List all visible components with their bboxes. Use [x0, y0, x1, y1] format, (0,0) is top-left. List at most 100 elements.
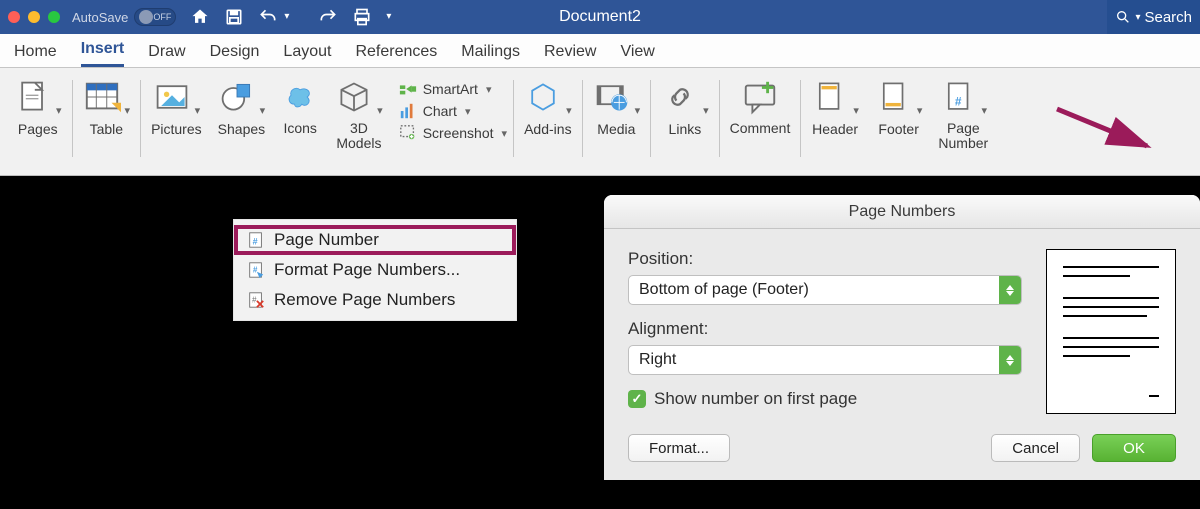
format-page-numbers-icon: #: [246, 260, 266, 280]
page-number-icon: #: [246, 230, 266, 250]
comment-icon: [741, 78, 779, 116]
remove-page-numbers-icon: #: [246, 290, 266, 310]
cube-icon: [335, 78, 373, 116]
icons-button[interactable]: Icons: [273, 74, 327, 175]
screenshot-button[interactable]: Screenshot ▾: [399, 124, 507, 142]
chevron-down-icon: ▾: [502, 127, 508, 140]
shapes-icon: [218, 78, 256, 116]
menu-item-format-page-numbers[interactable]: # Format Page Numbers...: [234, 255, 516, 285]
header-button[interactable]: ▾ Header: [803, 74, 867, 175]
shapes-label: Shapes: [218, 121, 265, 137]
format-button[interactable]: Format...: [628, 434, 730, 462]
autosave-state: OFF: [153, 12, 171, 22]
footer-button[interactable]: ▾ Footer: [867, 74, 931, 175]
preview-line: [1063, 306, 1159, 308]
chevron-down-icon: ▾: [377, 104, 383, 117]
separator: [140, 80, 141, 157]
svg-text:#: #: [253, 266, 258, 275]
3d-models-button[interactable]: ▾ 3D Models: [327, 74, 391, 175]
undo-icon[interactable]: [258, 7, 278, 27]
tab-layout[interactable]: Layout: [283, 37, 331, 67]
autosave-label: AutoSave: [72, 10, 128, 25]
media-label: Media: [597, 121, 635, 137]
tab-draw[interactable]: Draw: [148, 37, 185, 67]
chevron-down-icon: ▾: [56, 104, 62, 117]
chart-button[interactable]: Chart ▾: [399, 102, 507, 120]
tab-insert[interactable]: Insert: [81, 34, 125, 67]
chevron-down-icon: ▾: [853, 104, 859, 117]
header-icon: [811, 78, 849, 116]
chevron-down-icon: ▾: [465, 105, 471, 118]
media-icon: [593, 78, 631, 116]
page-number-icon: #: [940, 78, 978, 116]
comment-button[interactable]: Comment: [722, 74, 799, 175]
undo-chevron-icon[interactable]: ▾: [284, 7, 304, 27]
preview-line: [1063, 337, 1159, 339]
shapes-button[interactable]: ▾ Shapes: [210, 74, 274, 175]
zoom-window-icon[interactable]: [48, 11, 60, 23]
page-number-label: Page Number: [938, 121, 988, 152]
redo-icon[interactable]: [318, 7, 338, 27]
tab-design[interactable]: Design: [210, 37, 260, 67]
search-label: Search: [1144, 9, 1192, 26]
pictures-label: Pictures: [151, 121, 202, 137]
chevron-down-icon: ▾: [125, 104, 131, 117]
alignment-select[interactable]: Right: [628, 345, 1022, 375]
chevron-down-icon: ▾: [195, 104, 201, 117]
print-icon[interactable]: [352, 7, 372, 27]
header-label: Header: [812, 121, 858, 137]
ribbon-tabs: Home Insert Draw Design Layout Reference…: [0, 34, 1200, 68]
save-icon[interactable]: [224, 7, 244, 27]
table-button[interactable]: ▾ Table: [75, 74, 139, 175]
cancel-button[interactable]: Cancel: [991, 434, 1080, 462]
tab-home[interactable]: Home: [14, 37, 57, 67]
menu-item-page-number[interactable]: # Page Number: [234, 225, 516, 255]
tab-references[interactable]: References: [355, 37, 437, 67]
footer-label: Footer: [878, 121, 918, 137]
menu-item-label: Page Number: [274, 230, 379, 250]
search-icon: [1115, 9, 1131, 25]
chevron-down-icon: ▾: [703, 104, 709, 117]
chevron-down-icon: ▾: [917, 104, 923, 117]
show-first-page-label: Show number on first page: [654, 389, 857, 409]
tab-mailings[interactable]: Mailings: [461, 37, 520, 67]
autosave-pill: OFF: [134, 8, 176, 26]
tab-view[interactable]: View: [620, 37, 654, 67]
tab-review[interactable]: Review: [544, 37, 596, 67]
media-button[interactable]: ▾ Media: [585, 74, 649, 175]
alignment-value: Right: [639, 351, 676, 369]
pages-label: Pages: [18, 121, 58, 137]
menu-item-remove-page-numbers[interactable]: # Remove Page Numbers: [234, 285, 516, 315]
smartart-button[interactable]: SmartArt ▾: [399, 80, 507, 98]
menu-item-label: Remove Page Numbers: [274, 290, 455, 310]
autosave-toggle[interactable]: AutoSave OFF: [72, 8, 176, 26]
pictures-button[interactable]: ▾ Pictures: [143, 74, 210, 175]
addins-button[interactable]: ▾ Add-ins: [516, 74, 580, 175]
table-icon: [83, 78, 121, 116]
home-icon[interactable]: [190, 7, 210, 27]
close-window-icon[interactable]: [8, 11, 20, 23]
select-stepper-icon: [999, 346, 1021, 374]
minimize-window-icon[interactable]: [28, 11, 40, 23]
pictures-icon: [153, 78, 191, 116]
separator: [513, 80, 514, 157]
preview-page-number: [1149, 395, 1159, 397]
separator: [72, 80, 73, 157]
page-number-button[interactable]: # ▾ Page Number: [930, 74, 996, 175]
qat-customize-chevron-icon[interactable]: ▾: [386, 7, 406, 27]
comment-label: Comment: [730, 120, 791, 136]
preview-line: [1063, 275, 1130, 277]
table-label: Table: [90, 121, 123, 137]
ok-button[interactable]: OK: [1092, 434, 1176, 462]
search-button[interactable]: ▾ Search: [1107, 0, 1200, 34]
svg-text:#: #: [253, 237, 258, 247]
show-first-page-checkbox[interactable]: ✓ Show number on first page: [628, 389, 1022, 409]
menu-item-label: Format Page Numbers...: [274, 260, 460, 280]
pages-button[interactable]: ▾ Pages: [6, 74, 70, 175]
position-select[interactable]: Bottom of page (Footer): [628, 275, 1022, 305]
icons-label: Icons: [283, 120, 316, 136]
smartart-label: SmartArt: [423, 81, 478, 97]
pages-icon: [14, 78, 52, 116]
icons-icon: [281, 78, 319, 116]
links-button[interactable]: ▾ Links: [653, 74, 717, 175]
